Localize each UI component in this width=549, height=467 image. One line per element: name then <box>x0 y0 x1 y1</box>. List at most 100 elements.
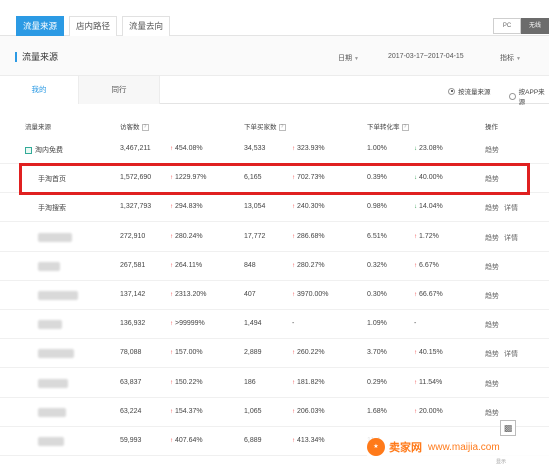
change-value: 407.64% <box>175 437 203 444</box>
detail-link[interactable]: 详情 <box>504 349 518 359</box>
tab-traffic-source[interactable]: 流量来源 <box>16 16 65 36</box>
footer-hint[interactable]: 显示 <box>496 458 506 465</box>
change-value: 264.11% <box>175 261 203 269</box>
buyers-change: ↑ 181.82% <box>292 379 325 386</box>
visitors-change: ↑ >99999% <box>170 320 205 327</box>
change-value: 181.82% <box>297 378 325 386</box>
change-value: 1.72% <box>419 232 439 240</box>
visitors-change: ↑ 407.64% <box>170 437 203 444</box>
visitors-value: 78,088 <box>120 349 142 357</box>
blurred-source-label <box>38 320 62 330</box>
conversion-change: ↓ 23.08% <box>414 145 443 152</box>
arrow-up-icon: ↑ <box>170 321 173 328</box>
change-value: 3970.00% <box>297 291 329 298</box>
wireless-toggle-button[interactable]: 无线 <box>521 18 549 34</box>
section-title: 流量来源 <box>15 52 58 62</box>
table-row: 63,224 ↑ 154.37% 1,065 ↑ 206.03% 1.68% ↑ 20.00% 趋… <box>0 398 549 427</box>
radio-by-app[interactable]: 按APP来源 <box>509 86 549 106</box>
arrow-up-icon: ↑ <box>292 379 295 386</box>
metric-dropdown[interactable]: 指标 ▼ <box>500 53 521 63</box>
help-icon[interactable]: ? <box>401 123 409 131</box>
arrow-up-icon: ↑ <box>292 204 295 211</box>
buyers-change: ↑ 206.03% <box>292 408 325 415</box>
highlight-box <box>19 163 530 195</box>
buyers-change: ↑ 260.22% <box>292 349 325 356</box>
help-icon[interactable]: ? <box>141 123 149 131</box>
date-range[interactable]: 2017-03-17~2017-04-15 <box>388 53 464 60</box>
radio-label: 按APP来源 <box>518 89 545 106</box>
arrow-down-icon: ↓ <box>414 146 417 152</box>
change-value: 240.30% <box>297 203 325 211</box>
source-label: 淘内免费 <box>35 147 63 154</box>
buyers-value: 1,494 <box>244 320 262 328</box>
pc-toggle-button[interactable]: PC <box>493 18 521 34</box>
section-header: 流量来源 日期 ▼ 2017-03-17~2017-04-15 指标 ▼ <box>0 36 549 76</box>
trend-link[interactable]: 趋势 <box>485 233 499 243</box>
conversion-change: ↑ 40.15% <box>414 349 443 356</box>
detail-link[interactable]: 详情 <box>504 233 518 243</box>
arrow-up-icon: ↑ <box>170 262 173 269</box>
help-icon[interactable]: ? <box>278 123 286 131</box>
column-source: 流量来源 <box>25 124 51 131</box>
change-value: 6.67% <box>419 261 439 269</box>
change-value: 66.67% <box>419 291 443 298</box>
buyers-change: - <box>292 320 294 327</box>
arrow-up-icon: ↑ <box>170 350 173 357</box>
buyers-value: 2,889 <box>244 349 262 357</box>
trend-link[interactable]: 趋势 <box>485 262 499 272</box>
conversion-value: 0.32% <box>367 261 387 269</box>
visitors-value: 272,910 <box>120 232 146 240</box>
change-value: 206.03% <box>297 407 325 415</box>
column-conversion: 下单转化率? <box>367 121 409 131</box>
trend-link[interactable]: 趋势 <box>485 408 499 418</box>
source-icon[interactable] <box>25 146 32 154</box>
arrow-up-icon: ↑ <box>414 292 417 298</box>
detail-link[interactable]: 详情 <box>504 203 518 213</box>
tab-peer[interactable]: 同行 <box>78 76 160 104</box>
conversion-change: ↑ 11.54% <box>414 379 442 386</box>
source-name <box>38 261 60 271</box>
change-value: 286.68% <box>297 232 325 240</box>
trend-link[interactable]: 趋势 <box>485 349 499 359</box>
trend-link[interactable]: 趋势 <box>485 145 499 155</box>
date-dropdown[interactable]: 日期 ▼ <box>338 53 359 63</box>
visitors-value: 59,993 <box>120 437 142 444</box>
tab-mine[interactable]: 我的 <box>0 76 78 104</box>
change-value: 40.15% <box>419 349 443 357</box>
buyers-change: ↑ 240.30% <box>292 203 325 210</box>
buyers-value: 6,889 <box>244 437 262 444</box>
qr-code-icon[interactable]: ▩ <box>500 420 516 436</box>
change-value: 280.24% <box>175 232 203 240</box>
arrow-up-icon: ↑ <box>170 379 173 386</box>
trend-link[interactable]: 趋势 <box>485 203 499 213</box>
change-value: 280.27% <box>297 261 325 269</box>
conversion-value: 0.98% <box>367 203 387 211</box>
visitors-value: 3,467,211 <box>120 145 151 152</box>
tab-traffic-destination[interactable]: 流量去向 <box>122 16 171 36</box>
trend-link[interactable]: 趋势 <box>485 379 499 389</box>
blurred-source-label <box>38 349 74 359</box>
trend-link[interactable]: 趋势 <box>485 291 499 301</box>
change-value: 413.34% <box>297 437 325 444</box>
buyers-value: 34,533 <box>244 145 266 152</box>
visitors-change: ↑ 280.24% <box>170 233 203 240</box>
blurred-source-label <box>38 261 60 271</box>
buyers-value: 17,772 <box>244 232 266 240</box>
table-row: 136,932 ↑ >99999% 1,494 - 1.09% - 趋势 <box>0 310 549 340</box>
source-name: 淘内免费 <box>25 145 63 155</box>
buyers-change: ↑ 323.93% <box>292 145 325 152</box>
conversion-value: 1.68% <box>367 407 387 415</box>
tab-store-path[interactable]: 店内路径 <box>69 16 118 36</box>
change-value: 157.00% <box>175 349 203 357</box>
blurred-source-label <box>38 437 64 446</box>
change-value: >99999% <box>175 320 205 328</box>
change-value: 23.08% <box>419 145 443 152</box>
radio-selected-icon <box>448 87 455 95</box>
change-value: 294.83% <box>175 203 203 211</box>
blurred-source-label <box>38 291 78 300</box>
arrow-up-icon: ↑ <box>170 292 173 298</box>
table-row: 手淘搜索 1,327,793 ↑ 294.83% 13,054 ↑ 240.30% 0.98%… <box>0 193 549 223</box>
radio-by-source[interactable]: 按流量来源 <box>448 86 491 96</box>
conversion-value: 1.09% <box>367 320 387 328</box>
trend-link[interactable]: 趋势 <box>485 320 499 330</box>
